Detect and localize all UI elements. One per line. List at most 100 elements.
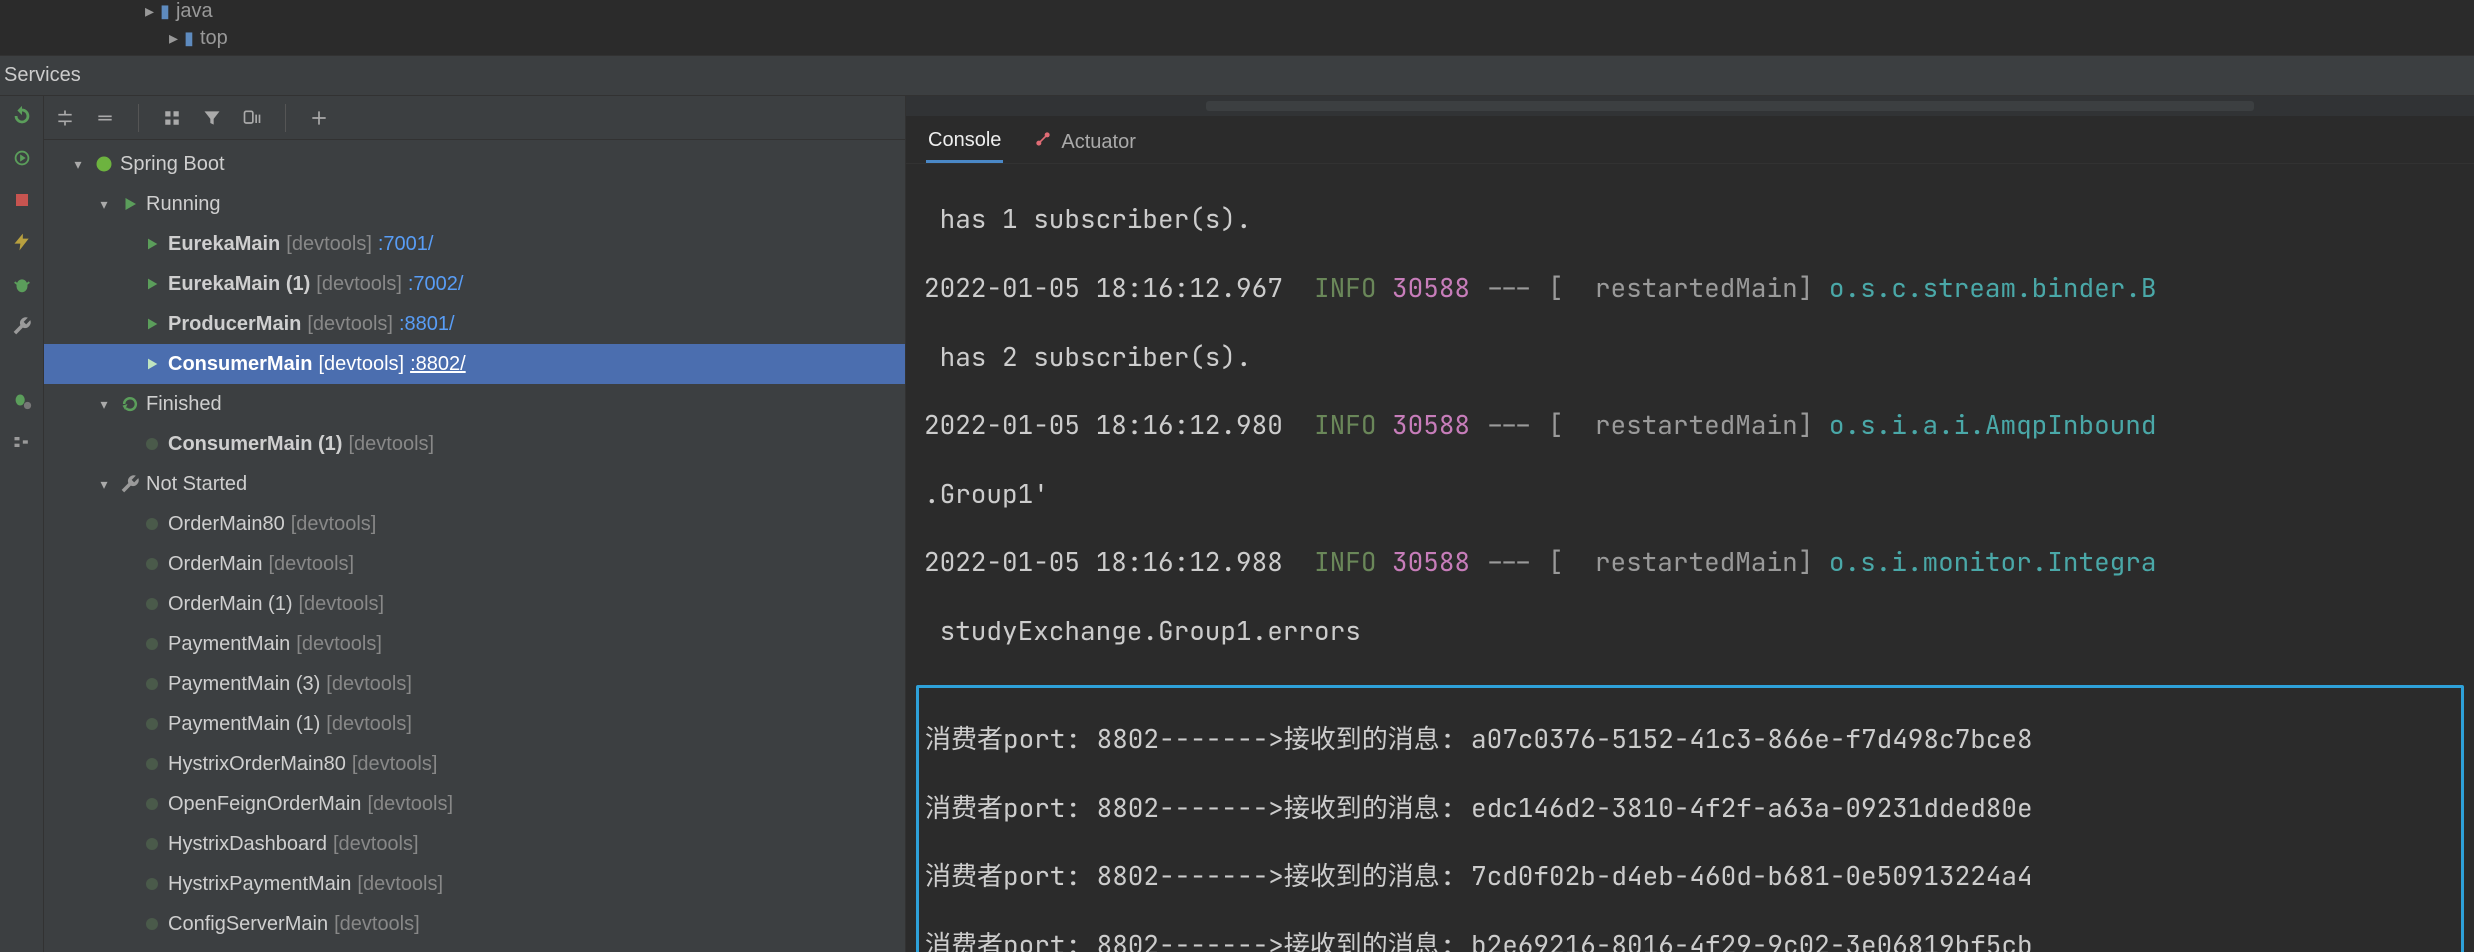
tree-leaf-hystrixorder[interactable]: HystrixOrderMain80 [devtools] xyxy=(44,744,905,784)
chevron-down-icon: ▾ xyxy=(94,396,114,413)
tree-leaf-hystrixdash[interactable]: HystrixDashboard [devtools] xyxy=(44,824,905,864)
node-label: Spring Boot xyxy=(120,153,225,176)
folder-label: java xyxy=(176,0,213,23)
services-tool-window-header[interactable]: Services xyxy=(0,56,2474,96)
tree-leaf-payment1[interactable]: PaymentMain (1) [devtools] xyxy=(44,704,905,744)
tree-leaf-payment3[interactable]: PaymentMain (3) [devtools] xyxy=(44,664,905,704)
app-name: OrderMain (1) xyxy=(168,593,292,616)
log-line: 2022-01-05 18:16:12.980 INFO 30588 --- [… xyxy=(924,408,2456,442)
tree-node-notstarted[interactable]: ▾ Not Started xyxy=(44,464,905,504)
tab-actuator[interactable]: Actuator xyxy=(1031,119,1137,163)
spring-dim-icon xyxy=(142,715,162,733)
app-name: ConsumerMain xyxy=(168,353,312,376)
tree-leaf-hystrixpay[interactable]: HystrixPaymentMain [devtools] xyxy=(44,864,905,904)
tree-leaf-eureka2[interactable]: EurekaMain (1) [devtools] :7002/ xyxy=(44,264,905,304)
log-line: 2022-01-05 18:16:12.988 INFO 30588 --- [… xyxy=(924,545,2456,579)
horizontal-scrollbar[interactable] xyxy=(1206,101,2254,111)
app-port[interactable]: :8801/ xyxy=(399,313,455,336)
chevron-down-icon: ▾ xyxy=(68,156,88,173)
devtools-badge: [devtools] xyxy=(268,553,354,576)
tab-console[interactable]: Console xyxy=(926,119,1003,163)
app-port[interactable]: :7002/ xyxy=(408,273,464,296)
group-icon[interactable] xyxy=(241,107,263,129)
debug-icon[interactable] xyxy=(9,272,35,296)
debug-config-icon[interactable] xyxy=(9,388,35,412)
tree-leaf-consumer[interactable]: ConsumerMain [devtools] :8802/ xyxy=(44,344,905,384)
run-gutter xyxy=(0,96,44,952)
log-line: 消费者port: 8802------->接收到的消息: a07c0376-51… xyxy=(925,722,2455,756)
tree-node-finished[interactable]: ▾ Finished xyxy=(44,384,905,424)
tree-leaf-eureka1[interactable]: EurekaMain [devtools] :7001/ xyxy=(44,224,905,264)
log-line: 消费者port: 8802------->接收到的消息: b2e69216-80… xyxy=(925,928,2455,952)
collapse-all-icon[interactable] xyxy=(94,107,116,129)
spring-dim-icon xyxy=(142,595,162,613)
devtools-badge: [devtools] xyxy=(367,793,453,816)
project-folder-top[interactable]: ▸ ▮ top xyxy=(169,27,228,50)
devtools-badge: [devtools] xyxy=(348,433,434,456)
tree-leaf-openfeign[interactable]: OpenFeignOrderMain [devtools] xyxy=(44,784,905,824)
chevron-right-icon: ▸ xyxy=(169,28,178,49)
app-name: HystrixPaymentMain xyxy=(168,873,351,896)
highlighted-messages: 消费者port: 8802------->接收到的消息: a07c0376-51… xyxy=(916,685,2464,952)
app-name: OpenFeignOrderMain xyxy=(168,793,361,816)
tree-node-springboot[interactable]: ▾ Spring Boot xyxy=(44,144,905,184)
tree-leaf-payment[interactable]: PaymentMain [devtools] xyxy=(44,624,905,664)
filter-icon[interactable] xyxy=(201,107,223,129)
app-name: PaymentMain (1) xyxy=(168,713,320,736)
play-icon xyxy=(142,276,162,292)
spring-icon xyxy=(94,154,114,174)
play-icon xyxy=(142,356,162,372)
tree-leaf-consumer1[interactable]: ConsumerMain (1) [devtools] xyxy=(44,424,905,464)
spring-dim-icon xyxy=(142,795,162,813)
spring-dim-icon xyxy=(142,835,162,853)
log-line: 2022-01-05 18:16:12.967 INFO 30588 --- [… xyxy=(924,271,2456,305)
devtools-badge: [devtools] xyxy=(286,233,372,256)
tab-label: Console xyxy=(928,129,1001,152)
tree-leaf-order[interactable]: OrderMain [devtools] xyxy=(44,544,905,584)
devtools-badge: [devtools] xyxy=(334,913,420,936)
services-toolbar xyxy=(44,96,905,140)
services-tree-panel: ▾ Spring Boot ▾ Running EurekaMain [devt… xyxy=(44,96,906,952)
devtools-badge: [devtools] xyxy=(326,673,412,696)
actuator-icon xyxy=(1033,129,1053,155)
expand-all-icon[interactable] xyxy=(54,107,76,129)
folder-icon: ▮ xyxy=(160,1,170,22)
wrench-icon[interactable] xyxy=(9,314,35,338)
tree-leaf-configsrv[interactable]: ConfigServerMain [devtools] xyxy=(44,904,905,944)
log-line: has 1 subscriber(s). xyxy=(924,202,2456,236)
log-line: .Group1' xyxy=(924,477,2456,511)
wrench-icon xyxy=(120,474,140,494)
services-label: Services xyxy=(4,64,81,87)
chevron-right-icon: ▸ xyxy=(145,1,154,22)
devtools-badge: [devtools] xyxy=(326,713,412,736)
tree-leaf-order1[interactable]: OrderMain (1) [devtools] xyxy=(44,584,905,624)
app-name: EurekaMain xyxy=(168,233,280,256)
app-name: PaymentMain (3) xyxy=(168,673,320,696)
play-icon xyxy=(142,316,162,332)
tree-leaf-producer[interactable]: ProducerMain [devtools] :8801/ xyxy=(44,304,905,344)
add-icon[interactable] xyxy=(308,107,330,129)
app-name: EurekaMain (1) xyxy=(168,273,310,296)
app-port[interactable]: :7001/ xyxy=(378,233,434,256)
stop-icon[interactable] xyxy=(9,188,35,212)
layout-icon[interactable] xyxy=(9,430,35,454)
spring-dim-icon xyxy=(142,875,162,893)
app-name: PaymentMain xyxy=(168,633,290,656)
tab-label: Actuator xyxy=(1061,131,1135,154)
spring-dim-icon xyxy=(142,675,162,693)
rerun-icon[interactable] xyxy=(9,104,35,128)
tree-node-running[interactable]: ▾ Running xyxy=(44,184,905,224)
run-bug-icon[interactable] xyxy=(9,146,35,170)
node-label: Not Started xyxy=(146,473,247,496)
console-output[interactable]: has 1 subscriber(s). 2022-01-05 18:16:12… xyxy=(906,164,2474,952)
devtools-badge: [devtools] xyxy=(298,593,384,616)
tree-leaf-order80[interactable]: OrderMain80 [devtools] xyxy=(44,504,905,544)
console-panel: Console Actuator has 1 subscriber(s). 20… xyxy=(906,96,2474,952)
project-folder-java[interactable]: ▸ ▮ java xyxy=(145,0,228,23)
grid-icon[interactable] xyxy=(161,107,183,129)
lightning-icon[interactable] xyxy=(9,230,35,254)
folder-label: top xyxy=(200,27,228,50)
devtools-badge: [devtools] xyxy=(352,753,438,776)
app-port[interactable]: :8802/ xyxy=(410,353,466,376)
app-name: ProducerMain xyxy=(168,313,301,336)
